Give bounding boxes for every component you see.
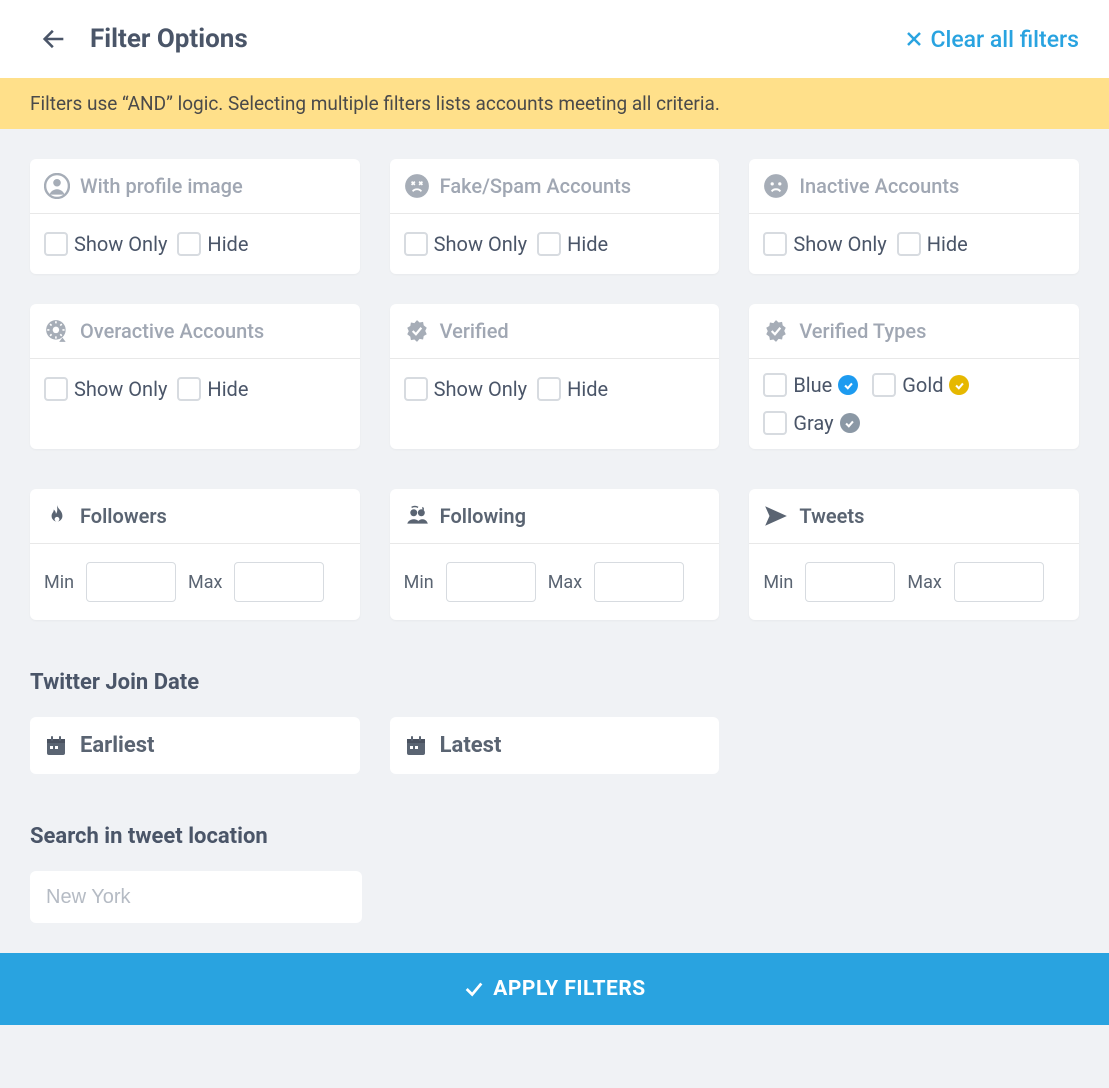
followers-max-input[interactable] bbox=[234, 562, 324, 602]
check-icon bbox=[463, 978, 485, 1000]
dizzy-face-icon bbox=[404, 173, 430, 199]
metric-card-following: Following Min Max bbox=[390, 489, 720, 620]
vtype-blue-label: Blue bbox=[793, 373, 832, 397]
section-title-location: Search in tweet location bbox=[30, 824, 1079, 849]
send-icon bbox=[763, 503, 789, 529]
checkbox-inactive-hide[interactable] bbox=[897, 232, 921, 256]
date-picker-latest[interactable]: Latest bbox=[390, 717, 720, 774]
latest-label: Latest bbox=[440, 733, 502, 758]
calendar-icon bbox=[404, 734, 428, 758]
checkbox-profile-show-only[interactable] bbox=[44, 232, 68, 256]
gold-check-icon bbox=[949, 375, 969, 395]
close-icon bbox=[906, 31, 922, 47]
filter-card-overactive: Overactive Accounts Show Only Hide bbox=[30, 304, 360, 449]
badge-gear-icon bbox=[44, 318, 70, 344]
min-label: Min bbox=[44, 572, 74, 593]
following-max-input[interactable] bbox=[594, 562, 684, 602]
hide-label: Hide bbox=[567, 377, 608, 401]
filter-card-fake-spam: Fake/Spam Accounts Show Only Hide bbox=[390, 159, 720, 274]
blue-check-icon bbox=[838, 375, 858, 395]
checkbox-spam-hide[interactable] bbox=[537, 232, 561, 256]
filter-card-profile-image: With profile image Show Only Hide bbox=[30, 159, 360, 274]
show-only-label: Show Only bbox=[434, 232, 527, 256]
checkbox-vtype-gold[interactable] bbox=[872, 373, 896, 397]
verified-badge-icon bbox=[763, 318, 789, 344]
max-label: Max bbox=[907, 572, 941, 593]
checkbox-vtype-blue[interactable] bbox=[763, 373, 787, 397]
filter-card-inactive: Inactive Accounts Show Only Hide bbox=[749, 159, 1079, 274]
show-only-label: Show Only bbox=[793, 232, 886, 256]
checkbox-verified-show-only[interactable] bbox=[404, 377, 428, 401]
checkbox-spam-show-only[interactable] bbox=[404, 232, 428, 256]
filter-label: With profile image bbox=[80, 174, 243, 198]
sad-face-icon bbox=[763, 173, 789, 199]
checkbox-overactive-hide[interactable] bbox=[177, 377, 201, 401]
vtype-gray-label: Gray bbox=[793, 411, 833, 435]
hide-label: Hide bbox=[927, 232, 968, 256]
min-label: Min bbox=[763, 572, 793, 593]
apply-filters-button[interactable]: APPLY FILTERS bbox=[0, 953, 1109, 1025]
checkbox-inactive-show-only[interactable] bbox=[763, 232, 787, 256]
metric-label: Followers bbox=[80, 504, 167, 528]
checkbox-verified-hide[interactable] bbox=[537, 377, 561, 401]
tweets-max-input[interactable] bbox=[954, 562, 1044, 602]
filter-label: Verified bbox=[440, 319, 509, 343]
checkbox-vtype-gray[interactable] bbox=[763, 411, 787, 435]
checkbox-overactive-show-only[interactable] bbox=[44, 377, 68, 401]
earliest-label: Earliest bbox=[80, 733, 154, 758]
back-arrow-icon[interactable] bbox=[40, 25, 68, 53]
show-only-label: Show Only bbox=[74, 232, 167, 256]
show-only-label: Show Only bbox=[74, 377, 167, 401]
verified-badge-icon bbox=[404, 318, 430, 344]
max-label: Max bbox=[188, 572, 222, 593]
clear-all-label: Clear all filters bbox=[930, 26, 1079, 53]
max-label: Max bbox=[548, 572, 582, 593]
min-label: Min bbox=[404, 572, 434, 593]
hide-label: Hide bbox=[207, 232, 248, 256]
metric-card-followers: Followers Min Max bbox=[30, 489, 360, 620]
metric-label: Tweets bbox=[799, 504, 864, 528]
checkbox-profile-hide[interactable] bbox=[177, 232, 201, 256]
tweet-location-input[interactable] bbox=[30, 871, 362, 923]
show-only-label: Show Only bbox=[434, 377, 527, 401]
metric-label: Following bbox=[440, 504, 526, 528]
hide-label: Hide bbox=[567, 232, 608, 256]
gray-check-icon bbox=[840, 413, 860, 433]
tweets-min-input[interactable] bbox=[805, 562, 895, 602]
page-title: Filter Options bbox=[90, 24, 906, 54]
header: Filter Options Clear all filters bbox=[0, 0, 1109, 78]
filter-card-verified: Verified Show Only Hide bbox=[390, 304, 720, 449]
followers-min-input[interactable] bbox=[86, 562, 176, 602]
metric-card-tweets: Tweets Min Max bbox=[749, 489, 1079, 620]
fire-icon bbox=[44, 503, 70, 529]
following-min-input[interactable] bbox=[446, 562, 536, 602]
date-picker-earliest[interactable]: Earliest bbox=[30, 717, 360, 774]
hide-label: Hide bbox=[207, 377, 248, 401]
filter-label: Fake/Spam Accounts bbox=[440, 174, 631, 198]
filter-label: Overactive Accounts bbox=[80, 319, 264, 343]
clear-all-filters-link[interactable]: Clear all filters bbox=[906, 26, 1079, 53]
filter-label: Inactive Accounts bbox=[799, 174, 959, 198]
filter-card-verified-types: Verified Types Blue Gold Gray bbox=[749, 304, 1079, 449]
apply-label: APPLY FILTERS bbox=[493, 977, 645, 1001]
user-avatar-icon bbox=[44, 173, 70, 199]
vtype-gold-label: Gold bbox=[902, 373, 943, 397]
filter-label: Verified Types bbox=[799, 319, 926, 343]
info-notice: Filters use “AND” logic. Selecting multi… bbox=[0, 78, 1109, 129]
users-icon bbox=[404, 503, 430, 529]
section-title-join-date: Twitter Join Date bbox=[30, 670, 1079, 695]
calendar-icon bbox=[44, 734, 68, 758]
